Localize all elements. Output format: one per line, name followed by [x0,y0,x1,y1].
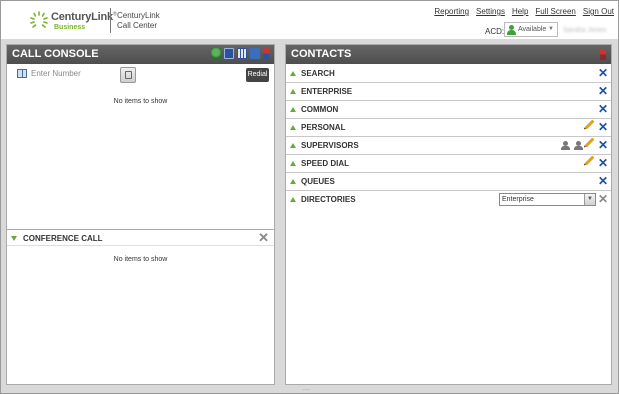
app-header: CenturyLink® Business CenturyLink Call C… [1,1,618,39]
full-screen-link[interactable]: Full Screen [535,7,575,16]
expand-triangle-icon[interactable] [290,89,296,94]
brand-subtitle: Business [54,24,86,31]
directory-select[interactable]: Enterprise ▼ [499,193,596,206]
resize-grip[interactable]: ..... [303,386,310,392]
acd-status-value: Available [518,26,547,33]
contacts-row-personal[interactable]: PERSONAL ✕ [286,119,611,137]
contact-card-icon[interactable] [224,48,234,59]
close-icon[interactable]: ✕ [258,231,269,245]
contacts-row-supervisors[interactable]: SUPERVISORS ✕ [286,137,611,155]
headset-icon[interactable] [211,48,221,59]
acd-label: ACD: [485,27,505,36]
contacts-title: CONTACTS [286,45,611,64]
enter-number-input[interactable]: Enter Number [31,69,81,78]
chevron-down-icon[interactable]: ▼ [584,194,595,205]
settings-link[interactable]: Settings [476,7,505,16]
top-links: Reporting Settings Help Full Screen Sign… [434,7,614,16]
close-icon[interactable]: ✕ [598,66,608,80]
contacts-row-search[interactable]: SEARCH ✕ [286,65,611,83]
close-icon[interactable]: ✕ [598,102,608,116]
expand-triangle-icon[interactable] [290,71,296,76]
expand-triangle-icon[interactable] [290,107,296,112]
contacts-row-speed-dial[interactable]: SPEED DIAL ✕ [286,155,611,173]
expand-triangle-icon[interactable] [290,125,296,130]
acd-status-select[interactable]: Available ▼ [504,22,558,37]
edit-pencil-icon[interactable] [584,137,595,148]
contacts-panel: CONTACTS SEARCH ✕ ENTERPRISE ✕ COMMON ✕ … [285,44,612,385]
dial-button[interactable] [120,67,136,83]
call-list-empty: No items to show [113,98,168,105]
conference-list-empty: No items to show [113,256,168,263]
contacts-row-enterprise[interactable]: ENTERPRISE ✕ [286,83,611,101]
header-divider [110,8,111,33]
close-icon[interactable]: ✕ [598,156,608,170]
call-console-panel: CALL CONSOLE Enter Number Redial No item… [6,44,275,385]
help-link[interactable]: Help [512,7,528,16]
close-icon[interactable]: ✕ [598,174,608,188]
reporting-link[interactable]: Reporting [434,7,469,16]
phone-off-icon[interactable] [600,49,606,60]
close-icon[interactable]: ✕ [598,120,608,134]
available-user-icon [507,24,516,35]
redial-button[interactable]: Redial [246,68,269,82]
centurylink-logo-icon [30,11,48,28]
conference-call-header[interactable]: CONFERENCE CALL ✕ [7,229,274,246]
expand-triangle-icon[interactable] [290,161,296,166]
close-icon[interactable]: ✕ [598,138,608,152]
chevron-down-icon: ▼ [548,26,554,32]
add-supervisor-icon[interactable] [561,141,571,150]
close-icon[interactable]: ✕ [598,192,608,206]
brand-name: CenturyLink® [51,11,117,23]
contacts-row-directories[interactable]: DIRECTORIES Enterprise ▼ ✕ [286,191,611,209]
directory-select-value: Enterprise [502,196,534,203]
expand-triangle-icon[interactable] [290,143,296,148]
message-icon[interactable] [250,48,260,59]
contacts-row-common[interactable]: COMMON ✕ [286,101,611,119]
edit-pencil-icon[interactable] [584,119,595,130]
expand-triangle-icon[interactable] [290,179,296,184]
user-name: Sandra Jones [563,27,607,34]
expand-triangle-icon[interactable] [290,197,296,202]
sign-out-link[interactable]: Sign Out [583,7,614,16]
app-name: CenturyLink Call Center [117,11,160,30]
call-console-toolbar [211,48,269,59]
collapse-triangle-icon[interactable] [11,236,17,241]
conference-call-title: CONFERENCE CALL [23,234,103,243]
contacts-row-queues[interactable]: QUEUES ✕ [286,173,611,191]
phone-icon[interactable] [263,48,269,59]
address-book-icon[interactable] [17,69,27,78]
edit-pencil-icon[interactable] [584,155,595,166]
enter-number-row: Enter Number [17,69,81,78]
phone-handset-icon [125,71,132,79]
close-icon[interactable]: ✕ [598,84,608,98]
dialpad-icon[interactable] [237,48,247,59]
